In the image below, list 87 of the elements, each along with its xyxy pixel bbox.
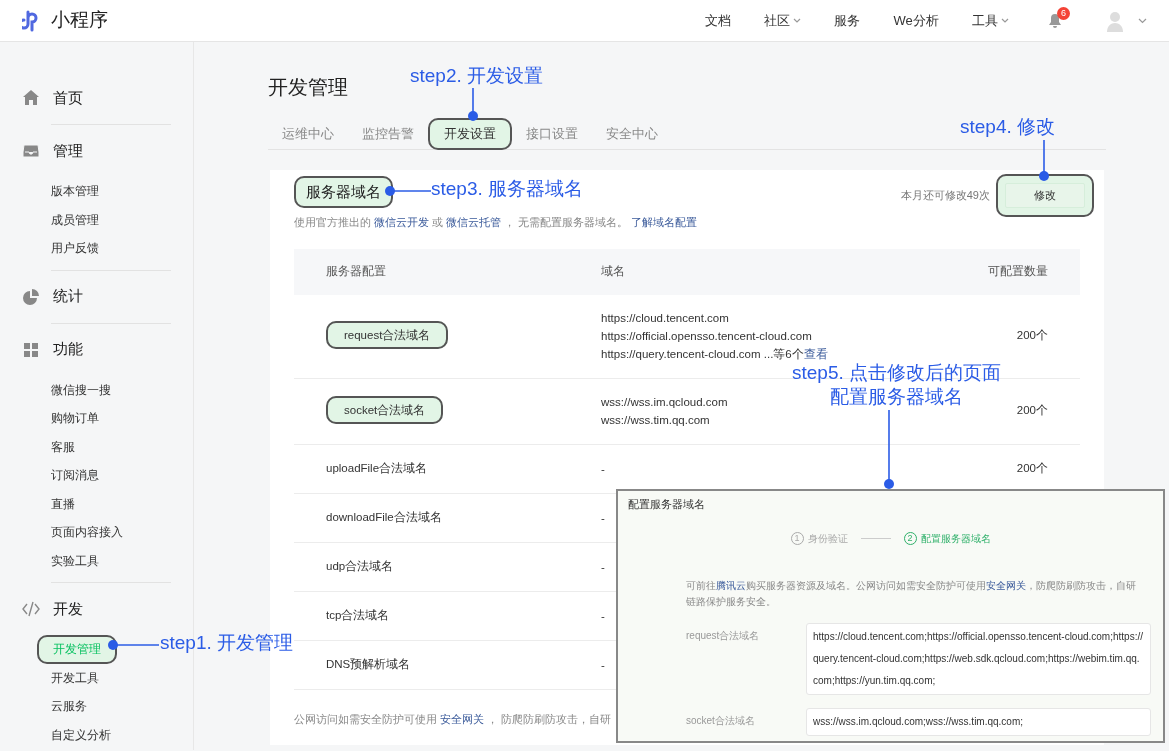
pie-chart-icon — [22, 287, 40, 306]
sidebar-item[interactable]: 实验工具 — [37, 546, 113, 575]
field-label: socket合法域名 — [686, 713, 756, 728]
callout-pointer — [107, 639, 159, 651]
sidebar-item[interactable]: 客服 — [37, 432, 89, 461]
domain-text: - — [601, 510, 605, 526]
table-cell: tcp合法域名 — [326, 608, 390, 621]
sidebar-heading[interactable]: 管理 — [53, 139, 83, 163]
column-header: 可配置数量 — [987, 263, 1049, 279]
sidebar-item[interactable]: 版本管理 — [37, 177, 113, 206]
column-header: 域名 — [601, 263, 626, 279]
notification-badge: 6 — [1057, 7, 1070, 20]
sidebar-item[interactable]: 云服务 — [37, 692, 101, 721]
caret-icon — [1138, 17, 1147, 24]
sidebar-item[interactable]: 用户反馈 — [37, 234, 113, 263]
footer-text: 公网访问如需安全防护可使用 安全网关 ， 防爬防刷防攻击，自研 — [294, 711, 611, 727]
nav-link[interactable]: We分析 — [893, 10, 939, 31]
tab[interactable]: 开发设置 — [428, 117, 512, 150]
domain-text: https://official.opensso.tencent-cloud.com — [601, 329, 812, 344]
table-cell: 200个 — [1016, 329, 1048, 342]
app-title: 小程序 — [50, 8, 108, 33]
sidebar-item[interactable]: 购物订单 — [37, 404, 113, 433]
text-link[interactable]: 安全网关 — [439, 712, 484, 725]
sidebar-heading[interactable]: 功能 — [53, 338, 83, 361]
callout-label: step1. 开发管理 — [160, 631, 294, 655]
table-cell: 200个 — [1016, 404, 1048, 417]
domain-text: wss://wss.im.qcloud.com — [601, 395, 728, 410]
callout-label: step4. 修改 — [960, 115, 1056, 139]
code-icon — [22, 600, 40, 618]
text-link[interactable]: 安全网关 — [986, 579, 1026, 591]
text-link[interactable]: 了解域名配置 — [631, 216, 698, 228]
table-cell: 200个 — [1016, 461, 1048, 474]
page-title: 开发管理 — [268, 75, 348, 100]
sidebar-item[interactable]: 成员管理 — [37, 205, 113, 234]
table-cell: DNS预解析域名 — [326, 657, 411, 670]
input-field[interactable]: wss://wss.im.qcloud.com;wss://wss.tim.qq.com; — [806, 707, 1151, 736]
callout-label: step3. 服务器域名 — [431, 177, 584, 201]
step-indicator: 1 身份验证 — [790, 530, 848, 546]
sidebar-item[interactable]: 直播 — [37, 489, 89, 518]
domain-text: - — [601, 559, 605, 575]
sidebar-heading[interactable]: 首页 — [53, 86, 83, 110]
callout-pointer — [1038, 140, 1050, 182]
sidebar-heading[interactable]: 开发 — [53, 597, 83, 621]
dialog-title: 配置服务器域名 — [627, 497, 706, 512]
sidebar-item[interactable]: 自定义分析 — [37, 720, 125, 749]
sidebar-item[interactable]: 开发工具 — [37, 663, 113, 692]
callout-pointer — [384, 185, 431, 197]
notice-text: 可前往腾讯云购买服务器资源及域名。公网访问如需安全防护可使用安全网关，防爬防刷防攻击，自研链路保护服务安全。 — [686, 578, 1137, 609]
field-label: request合法域名 — [686, 628, 761, 643]
step-indicator: 2 配置服务器域名 — [903, 530, 991, 546]
bell-icon[interactable] — [1048, 13, 1062, 28]
sidebar-item[interactable]: 订阅消息 — [37, 461, 113, 490]
text-link[interactable]: 微信云开发 — [374, 216, 430, 228]
table-cell: udp合法域名 — [326, 559, 394, 572]
quota-text: 本月还可修改49次 — [900, 188, 990, 204]
tab[interactable]: 安全中心 — [592, 117, 672, 150]
nav-link[interactable]: 服务 — [834, 10, 861, 31]
edit-button[interactable]: 修改 — [1005, 183, 1085, 208]
view-link[interactable]: 查看 — [803, 348, 828, 360]
domain-text: - — [601, 657, 605, 673]
domain-text: - — [601, 608, 605, 624]
callout-label: step2. 开发设置 — [410, 64, 544, 88]
text-link[interactable]: 微信云托管 — [446, 216, 502, 228]
callout-label: step5. 点击修改后的页面 配置服务器域名 — [792, 361, 1002, 409]
table-cell: request合法域名 — [326, 321, 449, 350]
home-icon — [22, 89, 40, 107]
sidebar-item[interactable]: 微信搜一搜 — [37, 375, 125, 404]
nav-link[interactable]: 工具 — [971, 10, 1009, 31]
table-cell: downloadFile合法域名 — [326, 510, 442, 523]
table-cell: socket合法域名 — [326, 396, 444, 425]
column-header: 服务器配置 — [325, 263, 387, 279]
grid-icon — [22, 340, 40, 359]
sidebar-heading[interactable]: 统计 — [53, 285, 83, 308]
domain-text: - — [601, 461, 605, 477]
table-cell: uploadFile合法域名 — [326, 461, 428, 474]
domain-text: https://cloud.tencent.com — [601, 311, 729, 326]
domain-text: wss://wss.tim.qq.com — [601, 413, 710, 428]
domain-text: https://query.tencent-cloud.com ...等6个 — [601, 348, 804, 360]
input-field[interactable]: https://cloud.tencent.com;https://official.opensso.tencent-cloud.com;https://query.tencent-cloud.com;https://web.sdk.qcloud.com;https://webim.tim.qq.com;https://yun.tim.qq.com; — [806, 622, 1151, 695]
description-text: 使用官方推出的 微信云开发 或 微信云托管 ， 无需配置服务器域名。 了解域名配置 — [294, 215, 698, 230]
sidebar-item[interactable]: 页面内容接入 — [37, 518, 137, 547]
callout-pointer — [467, 88, 479, 122]
text-link[interactable]: 腾讯云 — [716, 579, 746, 591]
nav-link[interactable]: 文档 — [705, 10, 732, 31]
section-title: 服务器域名 — [294, 176, 393, 208]
nav-link[interactable]: 社区 — [764, 10, 802, 31]
inbox-icon — [22, 142, 40, 160]
